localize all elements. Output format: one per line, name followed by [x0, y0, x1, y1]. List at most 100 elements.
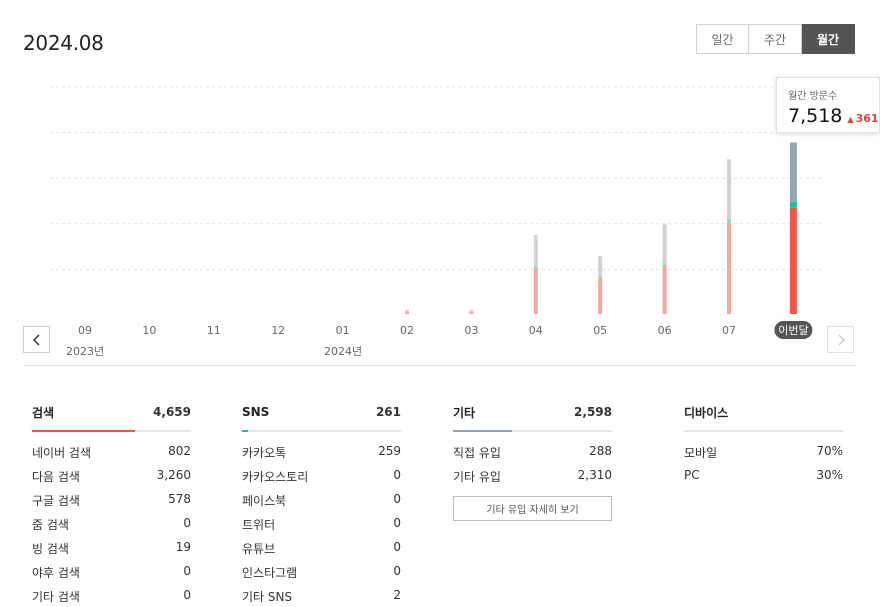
list-item: 페이스북 0 — [242, 492, 401, 516]
bar-search-11[interactable] — [789, 207, 797, 314]
list-item: 기타 검색 0 — [32, 588, 191, 607]
list-item: 모바일 70% — [684, 444, 843, 468]
row-label: 다음 검색 — [32, 470, 80, 484]
row-value: 3,260 — [156, 468, 191, 482]
row-label: 빙 검색 — [32, 542, 69, 556]
list-item: 네이버 검색 802 — [32, 444, 191, 468]
other-panel-title: 기타 — [453, 405, 476, 420]
row-value: 0 — [393, 564, 401, 578]
other-panel: 기타 2,598 직접 유입 288 기타 유입 2,310 기타 유입 자세히 보… — [453, 402, 612, 521]
bar-other-10[interactable] — [727, 159, 731, 219]
list-item: 직접 유입 288 — [453, 444, 612, 468]
row-label: 네이버 검색 — [32, 446, 92, 460]
row-label: PC — [684, 468, 700, 482]
row-label: 카카오톡 — [242, 446, 287, 460]
bar-sns-8[interactable] — [598, 275, 603, 278]
other-panel-total: 2,598 — [574, 405, 612, 419]
triangle-up-icon: ▲ — [847, 115, 854, 124]
x-tick-label: 10 — [142, 324, 156, 337]
row-label: 직접 유입 — [453, 446, 501, 460]
list-item: 다음 검색 3,260 — [32, 468, 191, 492]
bar-search-6[interactable] — [469, 312, 474, 314]
list-item: 기타 SNS 2 — [242, 588, 401, 607]
visit-tooltip: 월간 방문수 7,518 ▲ 361 — [776, 77, 880, 133]
row-value: 0 — [393, 516, 401, 530]
sns-share-bar — [242, 430, 401, 432]
list-item: 카카오톡 259 — [242, 444, 401, 468]
x-tick-label: 이번달 — [778, 324, 808, 337]
bar-search-5[interactable] — [405, 312, 409, 314]
divider — [23, 365, 856, 366]
chevron-left-icon — [32, 333, 40, 346]
device-panel: 디바이스 모바일 70% PC 30% — [684, 402, 843, 492]
other-share-fill — [453, 430, 512, 432]
x-tick-label: 12 — [271, 324, 285, 337]
bar-sns-7[interactable] — [533, 266, 538, 269]
tooltip-delta: ▲ 361 — [847, 112, 878, 125]
bar-other-11[interactable] — [789, 142, 797, 202]
row-value: 578 — [168, 492, 191, 506]
bar-search-9[interactable] — [662, 264, 667, 314]
search-panel-title: 검색 — [32, 405, 55, 420]
prev-button[interactable] — [23, 326, 50, 353]
bar-other-6[interactable] — [469, 310, 474, 312]
list-item: 유튜브 0 — [242, 540, 401, 564]
row-value: 0 — [183, 588, 191, 602]
other-detail-button[interactable]: 기타 유입 자세히 보기 — [453, 496, 612, 521]
row-value: 19 — [175, 540, 191, 554]
search-panel: 검색 4,659 네이버 검색 802 다음 검색 3,260 구글 검색 578 줌… — [32, 402, 191, 607]
device-panel-title: 디바이스 — [684, 405, 729, 420]
x-tick-label: 11 — [207, 324, 221, 337]
bar-search-7[interactable] — [533, 268, 538, 314]
row-label: 트위터 — [242, 518, 276, 532]
bar-search-10[interactable] — [727, 223, 731, 314]
row-value: 30% — [816, 468, 843, 482]
list-item: 기타 유입 2,310 — [453, 468, 612, 492]
list-item: PC 30% — [684, 468, 843, 492]
row-value: 802 — [168, 444, 191, 458]
sns-panel: SNS 261 카카오톡 259 카카오스토리 0 페이스북 0 트위터 0 유튜브 0 … — [242, 402, 401, 607]
row-label: 모바일 — [684, 446, 718, 460]
device-divider — [684, 430, 843, 432]
x-tick-label: 07 — [722, 324, 736, 337]
tooltip-delta-value: 361 — [855, 112, 879, 125]
list-item: 줌 검색 0 — [32, 516, 191, 540]
row-value: 2,310 — [577, 468, 612, 482]
list-item: 구글 검색 578 — [32, 492, 191, 516]
row-label: 기타 SNS — [242, 590, 293, 604]
row-label: 야후 검색 — [32, 566, 80, 580]
x-tick-label: 09 — [78, 324, 92, 337]
row-value: 0 — [393, 540, 401, 554]
row-label: 카카오스토리 — [242, 470, 309, 484]
bar-other-7[interactable] — [533, 235, 538, 267]
bar-other-8[interactable] — [598, 255, 603, 276]
row-value: 0 — [183, 564, 191, 578]
row-value: 2 — [393, 588, 401, 602]
other-share-bar — [453, 430, 612, 432]
bar-sns-10[interactable] — [727, 218, 731, 224]
bar-search-8[interactable] — [598, 277, 603, 314]
row-label: 기타 유입 — [453, 470, 501, 484]
row-value: 0 — [393, 468, 401, 482]
next-button[interactable] — [827, 326, 854, 353]
row-label: 줌 검색 — [32, 518, 69, 532]
bar-other-9[interactable] — [662, 224, 667, 263]
list-item: 카카오스토리 0 — [242, 468, 401, 492]
search-panel-total: 4,659 — [153, 405, 191, 419]
list-item: 빙 검색 19 — [32, 540, 191, 564]
list-item: 트위터 0 — [242, 516, 401, 540]
bar-sns-11[interactable] — [789, 201, 797, 208]
x-tick-label: 06 — [658, 324, 672, 337]
x-tick-label: 05 — [593, 324, 607, 337]
bar-sns-9[interactable] — [662, 262, 667, 265]
list-item: 인스타그램 0 — [242, 564, 401, 588]
tooltip-value: 7,518 — [788, 105, 843, 127]
row-label: 인스타그램 — [242, 566, 298, 580]
x-tick-label: 01 — [336, 324, 350, 337]
list-item: 야후 검색 0 — [32, 564, 191, 588]
visitor-chart: 09 10 11 12 01 02 03 04 05 06 07 이번달 — [50, 86, 822, 339]
x-tick-label: 03 — [464, 324, 478, 337]
sns-share-fill — [242, 430, 249, 432]
bar-other-5[interactable] — [405, 310, 409, 312]
row-value: 288 — [589, 444, 612, 458]
